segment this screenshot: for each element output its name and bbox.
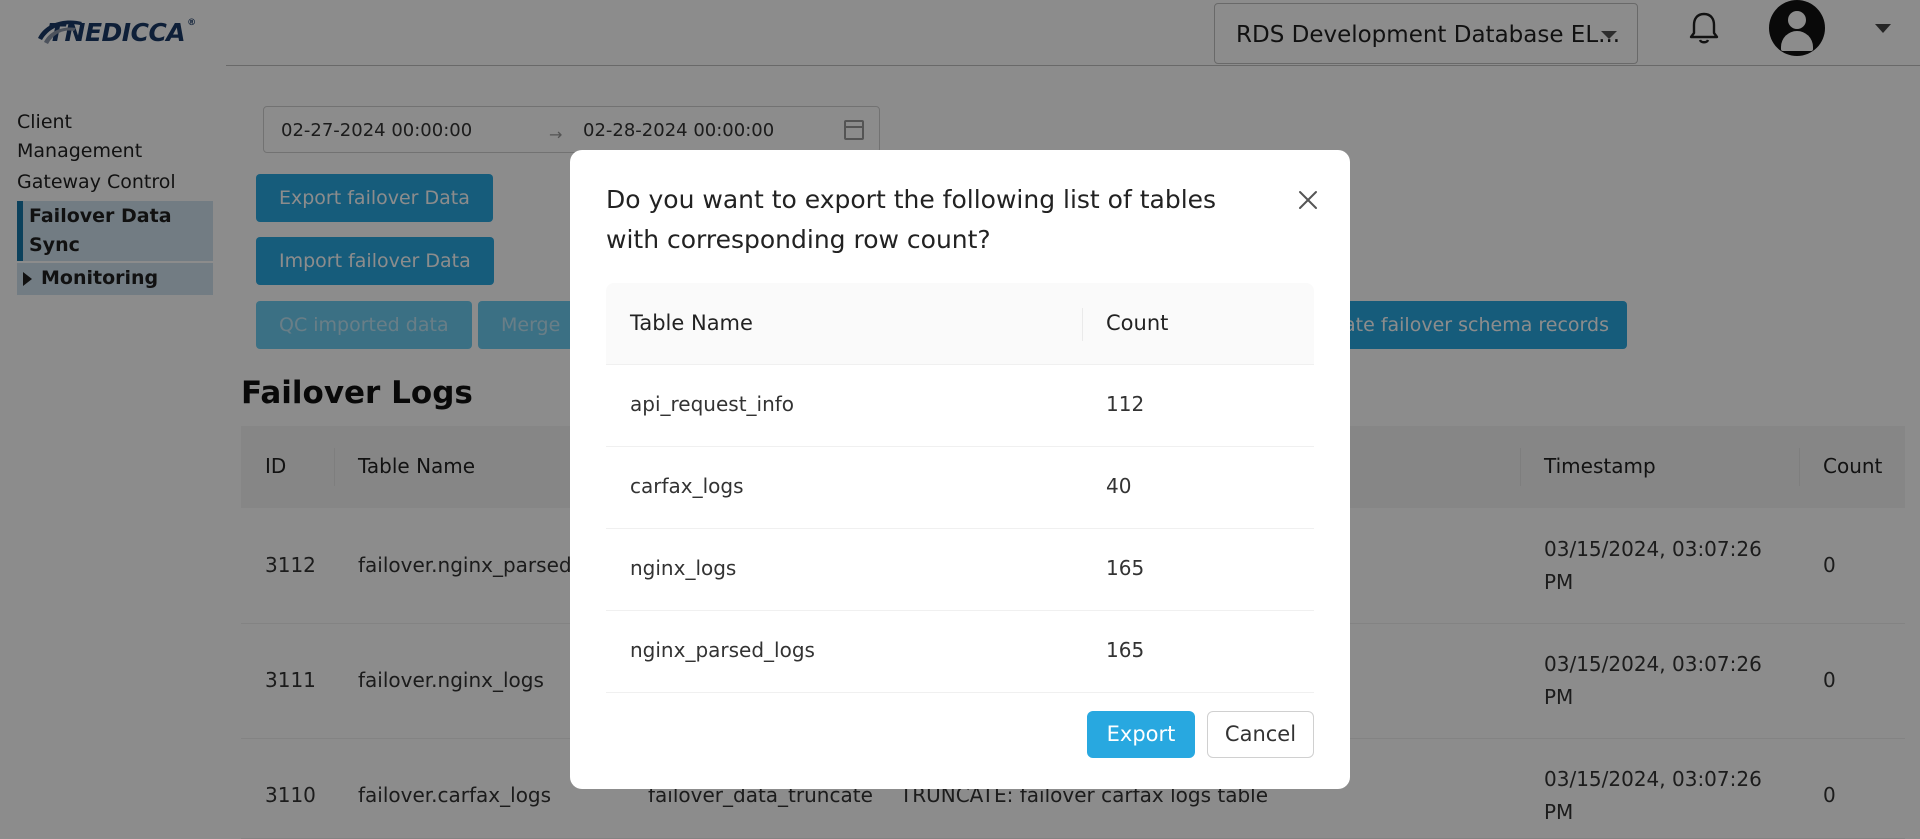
modal-title: Do you want to export the following list… xyxy=(606,185,1217,254)
cancel-button[interactable]: Cancel xyxy=(1207,711,1314,758)
cell-table-name: nginx_parsed_logs xyxy=(630,638,815,662)
table-row: nginx_parsed_logs 165 xyxy=(606,611,1314,693)
column-header-table-name: Table Name xyxy=(630,311,753,335)
cell-table-name: nginx_logs xyxy=(630,556,737,580)
export-confirm-modal: Do you want to export the following list… xyxy=(570,150,1350,789)
modal-table-header: Table Name Count xyxy=(606,283,1314,365)
cell-table-name: api_request_info xyxy=(630,392,795,416)
cell-table-name: carfax_logs xyxy=(630,474,744,498)
cell-count: 112 xyxy=(1106,392,1145,416)
modal-table: Table Name Count api_request_info 112 ca… xyxy=(606,283,1314,693)
table-row: api_request_info 112 xyxy=(606,365,1314,447)
cell-count: 40 xyxy=(1106,474,1132,498)
column-separator xyxy=(1082,308,1083,341)
table-row: nginx_logs 165 xyxy=(606,529,1314,611)
table-row: carfax_logs 40 xyxy=(606,447,1314,529)
column-header-count: Count xyxy=(1106,311,1169,335)
close-icon[interactable] xyxy=(1294,186,1322,214)
cell-count: 165 xyxy=(1106,556,1145,580)
cell-count: 165 xyxy=(1106,638,1145,662)
export-button[interactable]: Export xyxy=(1087,711,1195,758)
